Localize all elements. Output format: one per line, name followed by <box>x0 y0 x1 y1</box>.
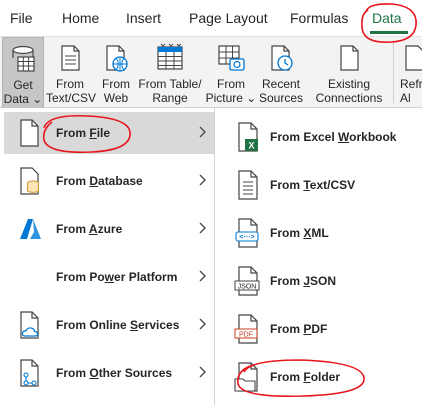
submenu-item-from-excel-workbook[interactable]: X From Excel Workbook <box>230 116 420 158</box>
menu-item-label: From File <box>56 126 111 140</box>
from-web-label-2: Web <box>103 91 129 105</box>
menu-item-from-power-platform[interactable]: From Power Platform <box>4 256 214 298</box>
recent-sources-label-1: Recent <box>261 77 301 91</box>
refresh-all-button[interactable]: Refr Al <box>398 37 422 109</box>
submenu-item-label: From Folder <box>270 370 341 384</box>
refresh-icon <box>405 45 422 71</box>
from-web-label-1: From <box>102 77 130 91</box>
get-data-menu: From File From Database From Azure From … <box>0 108 215 405</box>
get-data-button[interactable]: Get Data ⌄ <box>2 37 44 109</box>
ribbon-tab-bar: File Home Insert Page Layout Formulas Da… <box>0 0 422 36</box>
active-tab-indicator <box>370 31 408 34</box>
submenu-item-from-folder[interactable]: From Folder <box>230 356 420 398</box>
submenu-item-label: From XML <box>270 226 329 240</box>
existing-connections-icon <box>340 45 359 71</box>
xml-file-icon: <⋯> <box>235 218 259 248</box>
from-text-csv-label-2: Text/CSV <box>46 91 97 105</box>
tab-page-layout[interactable]: Page Layout <box>189 10 268 26</box>
json-badge-text: JSON <box>238 284 257 291</box>
tab-file[interactable]: File <box>10 10 33 26</box>
submenu-item-label: From PDF <box>270 322 328 336</box>
pdf-badge-text: PDF <box>239 332 253 339</box>
from-picture-label-1: From <box>217 77 245 91</box>
database-icon <box>20 167 40 195</box>
get-data-label-2: Data ⌄ <box>3 92 43 106</box>
ribbon-group-divider <box>393 43 394 103</box>
recent-sources-icon <box>271 45 293 71</box>
chevron-right-icon <box>199 174 206 186</box>
recent-sources-label-2: Sources <box>258 91 304 105</box>
from-table-range-label-2: Range <box>152 91 188 105</box>
refresh-all-label-1: Refr <box>400 77 422 91</box>
xml-badge-text: <⋯> <box>239 234 254 241</box>
submenu-item-from-json[interactable]: JSON From JSON <box>230 260 420 302</box>
submenu-item-from-xml[interactable]: <⋯> From XML <box>230 212 420 254</box>
menu-item-from-database[interactable]: From Database <box>4 160 214 202</box>
from-text-csv-button[interactable]: From Text/CSV <box>46 37 97 109</box>
from-table-range-button[interactable]: From Table/Range <box>137 37 203 109</box>
database-grid-icon <box>12 45 35 72</box>
chevron-right-icon <box>199 270 206 282</box>
tab-insert[interactable]: Insert <box>126 10 161 26</box>
chevron-right-icon <box>199 318 206 330</box>
submenu-item-label: From Excel Workbook <box>270 130 397 144</box>
submenu-item-label: From JSON <box>270 274 337 288</box>
from-web-button[interactable]: From Web <box>97 37 135 109</box>
submenu-item-from-pdf[interactable]: PDF From PDF <box>230 308 420 350</box>
existing-connections-button[interactable]: Existing Connections <box>309 37 389 109</box>
refresh-all-label-2: Al <box>400 91 411 105</box>
submenu-item-label: From Text/CSV <box>270 178 356 192</box>
text-file-icon <box>61 45 80 71</box>
json-file-icon: JSON <box>234 266 260 296</box>
tab-home[interactable]: Home <box>62 10 99 26</box>
excel-badge-text: X <box>248 141 254 151</box>
tab-data[interactable]: Data <box>372 10 402 26</box>
existing-connections-label-2: Connections <box>315 91 383 105</box>
menu-item-from-online-services[interactable]: From Online Services <box>4 304 214 346</box>
menu-item-label: From Database <box>56 174 143 188</box>
chevron-right-icon <box>199 366 206 378</box>
chevron-right-icon <box>199 126 206 138</box>
file-icon <box>20 119 39 147</box>
other-sources-icon <box>20 359 39 387</box>
chevron-right-icon <box>199 222 206 234</box>
from-picture-label-2: Picture ⌄ <box>205 91 257 105</box>
azure-icon <box>20 219 41 239</box>
from-file-submenu: X From Excel Workbook From Text/CSV <⋯> … <box>216 108 422 405</box>
get-data-label-1: Get <box>13 78 33 92</box>
text-file-icon <box>238 170 258 200</box>
excel-workbook-icon: X <box>238 122 258 152</box>
menu-item-from-file[interactable]: From File <box>4 112 214 154</box>
recent-sources-button[interactable]: Recent Sources <box>258 37 304 109</box>
cloud-file-icon <box>20 311 39 339</box>
menu-item-from-azure[interactable]: From Azure <box>4 208 214 250</box>
ribbon-data-group: Get Data ⌄ From Text/CSV From Web From Tabl… <box>0 36 422 109</box>
existing-connections-label-1: Existing <box>327 77 371 91</box>
menu-item-label: From Online Services <box>56 318 180 332</box>
menu-item-from-other-sources[interactable]: From Other Sources <box>4 352 214 394</box>
pdf-file-icon: PDF <box>234 314 258 344</box>
picture-table-icon <box>218 45 245 71</box>
submenu-item-from-text-csv[interactable]: From Text/CSV <box>230 164 420 206</box>
tab-formulas[interactable]: Formulas <box>290 10 348 26</box>
web-file-icon <box>106 45 128 72</box>
menu-item-label: From Other Sources <box>56 366 173 380</box>
from-table-range-label-1: From Table/ <box>138 77 202 91</box>
table-range-icon <box>157 43 183 70</box>
from-text-csv-label-1: From <box>56 77 84 91</box>
menu-item-label: From Power Platform <box>56 270 178 284</box>
from-picture-button[interactable]: From Picture ⌄ <box>205 37 257 109</box>
folder-icon <box>234 362 258 392</box>
menu-item-label: From Azure <box>56 222 123 236</box>
